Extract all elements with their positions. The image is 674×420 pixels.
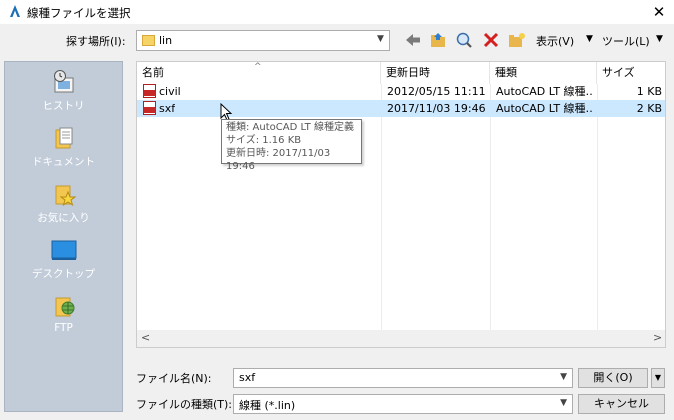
column-divider	[381, 84, 382, 330]
place-favorites[interactable]: お気に入り	[5, 180, 122, 234]
filename-label: ファイル名(N):	[136, 372, 212, 385]
lin-file-icon	[143, 101, 156, 115]
close-button[interactable]: ✕	[644, 0, 674, 24]
filetype-value: 線種 (*.lin)	[239, 399, 296, 412]
window-title: 線種ファイルを選択	[27, 6, 131, 20]
filename-value: sxf	[239, 371, 256, 384]
tools-menu[interactable]: ツール(L)	[602, 33, 650, 49]
place-history[interactable]: ヒストリ	[5, 68, 122, 122]
file-row[interactable]: civil 2012/05/15 11:11 AutoCAD LT 線種… 1 …	[137, 83, 665, 100]
column-label: 更新日時	[386, 66, 430, 79]
file-type: AutoCAD LT 線種…	[496, 85, 594, 98]
file-size: 2 KB	[636, 102, 662, 115]
filename-input[interactable]: sxf ▼	[233, 368, 573, 388]
file-modified: 2017/11/03 19:46	[387, 102, 486, 115]
chevron-down-icon: ▼	[377, 34, 384, 44]
file-row[interactable]: sxf 2017/11/03 19:46 AutoCAD LT 線種… 2 KB	[137, 100, 665, 117]
scroll-left-icon[interactable]: <	[141, 331, 150, 344]
tooltip-type: 種類: AutoCAD LT 線種定義	[226, 122, 354, 133]
folder-icon	[142, 35, 155, 46]
column-label: 名前	[142, 66, 164, 79]
open-button[interactable]: 開く(O)	[578, 368, 648, 388]
horizontal-scrollbar[interactable]: < >	[137, 330, 665, 347]
lin-file-icon	[143, 84, 156, 98]
title-bar: 線種ファイルを選択 ✕	[0, 0, 674, 24]
column-label: サイズ	[602, 66, 635, 79]
lookin-label: 探す場所(I):	[66, 35, 126, 48]
column-header-modified[interactable]: 更新日時	[381, 62, 490, 84]
file-type: AutoCAD LT 線種…	[496, 102, 594, 115]
places-bar: ヒストリ ドキュメント お気に入り デスクトップ FTP	[4, 61, 123, 412]
file-name: civil	[159, 85, 181, 98]
back-icon[interactable]	[404, 31, 422, 49]
column-header-name[interactable]: 名前 ^	[137, 62, 381, 84]
column-label: 種類	[495, 66, 517, 79]
filetype-select[interactable]: 線種 (*.lin) ▼	[233, 394, 573, 414]
column-header-type[interactable]: 種類	[490, 62, 597, 84]
tooltip-modified: 更新日時: 2017/11/03 19:46	[226, 148, 331, 172]
place-label: デスクトップ	[32, 268, 95, 280]
file-size: 1 KB	[636, 85, 662, 98]
up-folder-icon[interactable]	[429, 31, 447, 49]
chevron-down-icon[interactable]: ▼	[560, 372, 567, 382]
open-options-button[interactable]: ▼	[651, 368, 665, 388]
place-label: FTP	[54, 322, 73, 334]
column-divider	[490, 84, 491, 330]
ftp-icon	[55, 297, 74, 317]
file-modified: 2012/05/15 11:11	[387, 85, 486, 98]
history-icon	[53, 70, 73, 93]
filetype-label: ファイルの種類(T):	[136, 398, 233, 411]
new-folder-icon[interactable]	[508, 31, 526, 49]
lookin-value: lin	[159, 34, 173, 47]
place-label: ヒストリ	[42, 100, 85, 112]
documents-icon	[55, 127, 72, 149]
chevron-down-icon[interactable]: ▼	[586, 34, 593, 44]
scroll-right-icon[interactable]: >	[653, 331, 662, 344]
file-tooltip: 種類: AutoCAD LT 線種定義 サイズ: 1.16 KB 更新日時: 2…	[221, 119, 362, 172]
place-label: お気に入り	[37, 212, 90, 224]
desktop-icon	[51, 240, 76, 260]
chevron-down-icon[interactable]: ▼	[656, 34, 663, 44]
column-header-size[interactable]: サイズ	[597, 62, 665, 84]
tooltip-size: サイズ: 1.16 KB	[226, 135, 302, 146]
favorites-icon	[55, 185, 76, 207]
cancel-button[interactable]: キャンセル	[578, 394, 665, 414]
sort-up-icon: ^	[254, 62, 262, 72]
place-documents[interactable]: ドキュメント	[5, 124, 122, 178]
delete-icon[interactable]	[482, 31, 500, 49]
place-ftp[interactable]: FTP	[5, 292, 122, 346]
file-list[interactable]: 名前 ^ 更新日時 種類 サイズ civil 2012/05/15 11:11 …	[136, 61, 666, 348]
column-divider	[597, 84, 598, 330]
chevron-down-icon: ▼	[560, 398, 567, 408]
view-menu[interactable]: 表示(V)	[536, 33, 574, 49]
file-name: sxf	[159, 102, 176, 115]
lookin-combo[interactable]: lin ▼	[136, 30, 390, 51]
place-desktop[interactable]: デスクトップ	[5, 236, 122, 290]
autocad-icon	[10, 5, 20, 17]
place-label: ドキュメント	[32, 156, 95, 168]
search-web-icon[interactable]	[455, 31, 473, 49]
